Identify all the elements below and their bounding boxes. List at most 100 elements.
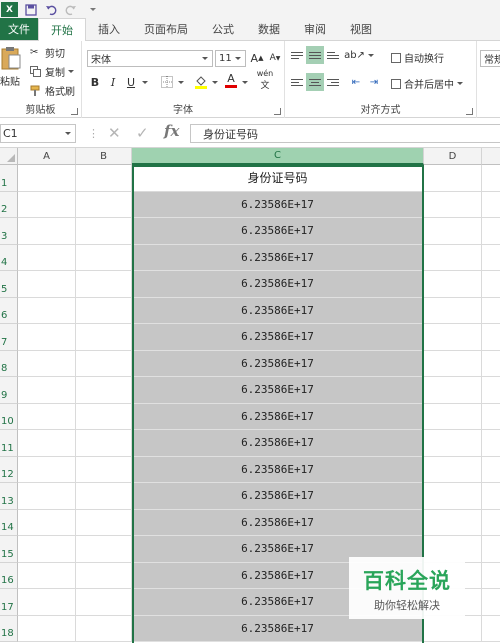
- decrease-indent-button[interactable]: ⇤: [347, 73, 365, 91]
- font-size-select[interactable]: 11: [215, 50, 246, 67]
- cell-c[interactable]: 6.23586E+17: [132, 297, 424, 324]
- cell-c[interactable]: 6.23586E+17: [132, 244, 424, 271]
- cell-b[interactable]: [76, 430, 132, 457]
- cell-d[interactable]: [424, 403, 482, 430]
- cell-e[interactable]: [482, 430, 500, 457]
- cell-d[interactable]: [424, 483, 482, 510]
- cell-d[interactable]: [424, 244, 482, 271]
- cell-b[interactable]: [76, 509, 132, 536]
- merge-center-button[interactable]: 合并后居中: [391, 76, 463, 91]
- cell-e[interactable]: [482, 351, 500, 377]
- grow-font-button[interactable]: A ▲: [248, 49, 266, 67]
- cell-c[interactable]: 6.23586E+17: [132, 456, 424, 483]
- undo-icon[interactable]: [44, 3, 58, 17]
- cell-e[interactable]: [482, 457, 500, 483]
- cell-a[interactable]: [18, 456, 76, 483]
- align-middle-button[interactable]: [306, 46, 324, 64]
- cell-b[interactable]: [76, 536, 132, 563]
- cell-c[interactable]: 6.23586E+17: [132, 430, 424, 457]
- cell-a[interactable]: [18, 483, 76, 510]
- cell-a[interactable]: [18, 218, 76, 245]
- row-header[interactable]: 18: [0, 615, 18, 642]
- cell-c[interactable]: 6.23586E+17: [132, 403, 424, 430]
- cell-e[interactable]: [482, 589, 500, 616]
- wrap-text-button[interactable]: 自动换行: [391, 50, 444, 65]
- cell-a[interactable]: [18, 191, 76, 218]
- italic-button[interactable]: I: [104, 73, 122, 91]
- cell-a[interactable]: [18, 562, 76, 589]
- paste-button[interactable]: 粘贴: [0, 45, 22, 88]
- increase-indent-button[interactable]: ⇥: [365, 73, 383, 91]
- cell-c[interactable]: 6.23586E+17: [132, 377, 424, 404]
- row-header[interactable]: 17: [0, 589, 18, 616]
- cell-c[interactable]: 身份证号码: [132, 165, 424, 192]
- tab-data[interactable]: 数据: [246, 18, 292, 40]
- cell-d[interactable]: [424, 324, 482, 351]
- cell-e[interactable]: [482, 298, 500, 324]
- cell-b[interactable]: [76, 244, 132, 271]
- cell-b[interactable]: [76, 297, 132, 324]
- row-header[interactable]: 9: [0, 377, 18, 404]
- align-right-button[interactable]: [324, 73, 342, 91]
- cell-e[interactable]: [482, 192, 500, 218]
- enter-icon[interactable]: ✓: [136, 124, 149, 142]
- cell-d[interactable]: [424, 456, 482, 483]
- column-header-b[interactable]: B: [76, 148, 132, 165]
- align-bottom-button[interactable]: [324, 46, 342, 64]
- cell-a[interactable]: [18, 244, 76, 271]
- save-icon[interactable]: [24, 3, 38, 17]
- cell-b[interactable]: [76, 456, 132, 483]
- row-header[interactable]: 14: [0, 509, 18, 536]
- cell-a[interactable]: [18, 589, 76, 616]
- cell-e[interactable]: [482, 165, 500, 192]
- tab-review[interactable]: 审阅: [292, 18, 338, 40]
- select-all-button[interactable]: [0, 148, 18, 165]
- tab-formulas[interactable]: 公式: [200, 18, 246, 40]
- cell-c[interactable]: 6.23586E+17: [132, 218, 424, 245]
- cell-d[interactable]: [424, 509, 482, 536]
- cell-c[interactable]: 6.23586E+17: [132, 324, 424, 351]
- number-format-select[interactable]: 常规: [480, 50, 500, 67]
- cell-d[interactable]: [424, 271, 482, 298]
- cell-c[interactable]: 6.23586E+17: [132, 350, 424, 377]
- cell-e[interactable]: [482, 404, 500, 430]
- row-header[interactable]: 7: [0, 324, 18, 351]
- cell-e[interactable]: [482, 324, 500, 351]
- row-header[interactable]: 6: [0, 297, 18, 324]
- cell-b[interactable]: [76, 350, 132, 377]
- alignment-launcher-icon[interactable]: [466, 108, 473, 115]
- cell-b[interactable]: [76, 589, 132, 616]
- cell-a[interactable]: [18, 165, 76, 192]
- row-header[interactable]: 2: [0, 191, 18, 218]
- cell-a[interactable]: [18, 615, 76, 642]
- cell-a[interactable]: [18, 377, 76, 404]
- cell-e[interactable]: [482, 536, 500, 563]
- cell-a[interactable]: [18, 509, 76, 536]
- cell-b[interactable]: [76, 377, 132, 404]
- tab-view[interactable]: 视图: [338, 18, 384, 40]
- cell-b[interactable]: [76, 191, 132, 218]
- cell-b[interactable]: [76, 483, 132, 510]
- cut-button[interactable]: ✂ 剪切: [30, 45, 65, 61]
- cell-e[interactable]: [482, 245, 500, 271]
- tab-home[interactable]: 开始: [38, 18, 86, 41]
- cell-b[interactable]: [76, 218, 132, 245]
- cell-a[interactable]: [18, 271, 76, 298]
- row-header[interactable]: 11: [0, 430, 18, 457]
- cancel-icon[interactable]: ✕: [108, 124, 121, 142]
- phonetic-button[interactable]: wén 文: [256, 69, 274, 91]
- cell-d[interactable]: [424, 430, 482, 457]
- cell-d[interactable]: [424, 350, 482, 377]
- border-dropdown-icon[interactable]: [174, 73, 184, 91]
- cell-b[interactable]: [76, 165, 132, 192]
- insert-function-icon[interactable]: fx: [164, 122, 179, 140]
- column-header-a[interactable]: A: [18, 148, 76, 165]
- cell-b[interactable]: [76, 562, 132, 589]
- clipboard-launcher-icon[interactable]: [71, 108, 78, 115]
- tab-insert[interactable]: 插入: [86, 18, 132, 40]
- row-header[interactable]: 3: [0, 218, 18, 245]
- cell-d[interactable]: [424, 165, 482, 192]
- row-header[interactable]: 10: [0, 403, 18, 430]
- cell-e[interactable]: [482, 616, 500, 642]
- cell-b[interactable]: [76, 615, 132, 642]
